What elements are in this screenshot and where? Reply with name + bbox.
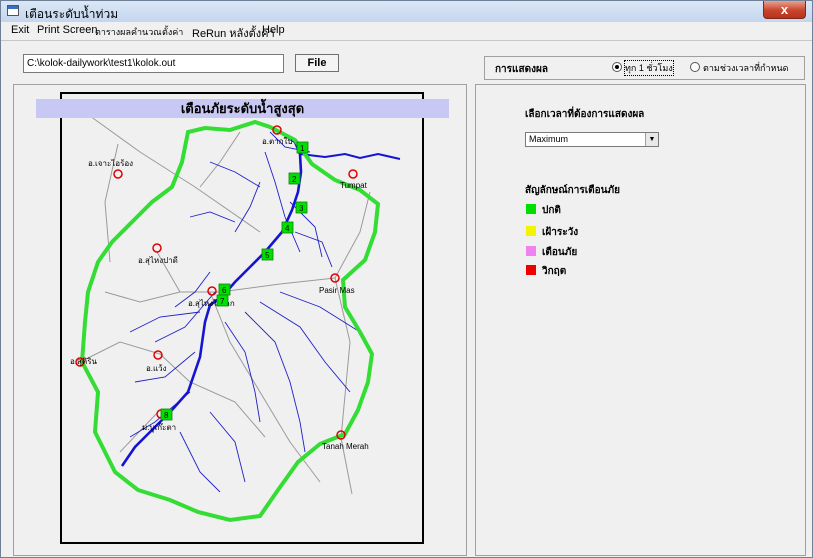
station-marker[interactable]: 1 [296,141,309,154]
legend-swatch-critical [526,265,536,275]
radio-custom-period[interactable] [690,62,700,72]
river-to-sea [299,152,401,160]
select-time-label: เลือกเวลาที่ต้องการแสดงผล [525,109,645,120]
station-marker[interactable]: 5 [261,248,274,261]
legend-label-warning: เตือนภัย [542,247,578,258]
menu-settings[interactable]: ตั้งค่า [162,25,183,39]
station-marker[interactable]: 2 [288,172,301,185]
station-label: 5 [265,251,270,260]
station-label: 3 [299,204,304,213]
legend-label-critical: วิกฤต [542,266,567,277]
place-marker [152,243,162,253]
station-label: 6 [222,286,227,295]
place-marker [348,169,358,179]
station-label: 8 [164,411,169,420]
menu-print-screen[interactable]: Print Screen [37,24,98,36]
display-mode-label: การแสดงผล [495,64,548,75]
legend-label-normal: ปกติ [542,205,561,216]
close-button[interactable]: x [763,1,806,19]
file-path-input[interactable] [23,54,284,73]
station-label: 4 [285,224,290,233]
menu-result-table[interactable]: ตารางผลคำนวณ [95,25,162,39]
place-label: อ.สุไหงปาดี [138,256,178,265]
time-select[interactable]: Maximum ▼ [525,132,659,147]
place-label: อ.แว้ง [146,364,167,373]
place-label: อ.สุคิริน [70,357,98,366]
map-banner: เตือนภัยระดับน้ำสูงสุด [36,99,449,118]
radio-custom-period-label[interactable]: ตามช่วงเวลาที่กำหนด [703,61,788,75]
radio-hourly-label[interactable]: ทุก 1 ชั่วโมง [624,60,674,76]
menu-exit[interactable]: Exit [11,24,29,36]
legend-label-watch: เฝ้าระวัง [542,227,579,238]
place-label: อ.ตากใบ [262,137,293,146]
legend-swatch-watch [526,226,536,236]
legend-title: สัญลักษณ์การเตือนภัย [525,185,620,196]
file-button[interactable]: File [295,54,339,72]
tributaries [129,131,361,493]
station-marker[interactable]: 8 [160,408,173,421]
menu-bar: Exit Print Screen ตารางผลคำนวณ ตั้งค่า R… [1,22,812,40]
station-marker[interactable]: 6 [218,283,231,296]
place-marker [207,286,217,296]
display-mode-group: การแสดงผล ทุก 1 ชั่วโมง ตามช่วงเวลาที่กำ… [484,56,805,80]
station-marker[interactable]: 4 [281,221,294,234]
place-label: อ.เจาะไอร้อง [88,159,133,168]
place-marker [113,169,123,179]
time-select-value: Maximum [529,134,569,144]
station-label: 2 [292,175,297,184]
legend-swatch-normal [526,204,536,214]
place-label: Tanah Merah [322,442,369,451]
side-panel [475,84,806,556]
place-label: Tumpat [340,181,368,190]
chevron-down-icon[interactable]: ▼ [645,133,658,146]
title-bar: เตือนระดับน้ำท่วม x [1,1,812,23]
legend-swatch-warning [526,246,536,256]
radio-hourly[interactable] [612,62,622,72]
station-marker[interactable]: 7 [216,294,229,307]
menu-separator [1,40,812,41]
basin-map: อ.ตากใบอ.เจาะไอร้อง Tumpat อ.สุไหงปาดี Pasi… [70,115,401,523]
place-label: Pasir Mas [319,286,355,295]
menu-help[interactable]: Help [262,24,285,36]
app-window-icon [7,5,19,16]
place-label: ม.บูเก๊ะตา [142,422,176,433]
station-label: 7 [220,297,225,306]
station-marker[interactable]: 3 [295,201,308,214]
station-label: 1 [300,144,305,153]
